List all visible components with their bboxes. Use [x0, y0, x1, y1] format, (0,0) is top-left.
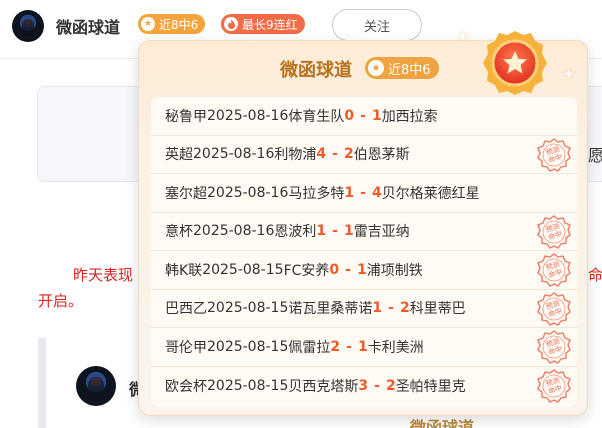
sparkle-icon: ✦ [563, 67, 575, 83]
record-date: 2025-08-15 [207, 338, 289, 355]
record-league: 巴西乙 [165, 301, 207, 318]
record-league: 塞尔超 [165, 185, 207, 202]
record-list: 秘鲁甲 2025-08-16 体育生队 0-1 加西拉索 英超 2025-08-16 … [151, 97, 577, 407]
record-home-score: 1 [372, 300, 383, 317]
record-date: 2025-08-16 [193, 223, 275, 240]
background-card-text: 愿 [588, 146, 602, 165]
record-away-team: 贝尔格莱德红星 [381, 185, 480, 202]
record-league: 欧会杯 [165, 378, 207, 395]
score-separator: - [345, 261, 351, 278]
record-home-team: 佩雷拉 [288, 339, 331, 356]
record-home-score: 3 [358, 377, 369, 394]
record-date: 2025-08-15 [207, 377, 289, 394]
prediction-hit-stamp: 预测命中 [537, 368, 571, 403]
star-icon: ★ [141, 17, 155, 31]
record-home-team: 贝西克塔斯 [288, 378, 359, 395]
record-home-team: 马拉多特 [288, 185, 345, 202]
record-league: 意杯 [165, 224, 193, 241]
notice-text-line1-end: 命 [588, 266, 602, 284]
record-date: 2025-08-16 [193, 146, 275, 163]
record-home-team: 利物浦 [274, 147, 317, 164]
record-away-team: 浦项制铁 [366, 262, 423, 279]
record-home-team: 恩波利 [274, 224, 317, 241]
prediction-hit-stamp: 预测命中 [537, 214, 571, 249]
record-away-score: 1 [343, 223, 354, 240]
record-home-score: 2 [330, 338, 341, 355]
record-home-score: 1 [316, 223, 327, 240]
page: 微函球道 ★ 近8中6 最长9连红 关注 愿 昨天表现 命 开启。 微 微函球道… [0, 0, 602, 428]
longest-streak-label: 最长9连红 [242, 17, 298, 32]
record-home-team: 诺瓦里桑蒂诺 [288, 301, 373, 318]
record-away-score: 1 [371, 107, 382, 124]
record-home-team: 体育生队 [288, 108, 345, 125]
popover-streak-label: 近8中6 [388, 62, 431, 78]
score-separator: - [346, 338, 352, 355]
record-row[interactable]: 塞尔超 2025-08-16 马拉多特 1-4 贝尔格莱德红星 [151, 174, 577, 213]
record-away-score: 1 [356, 261, 367, 278]
prediction-hit-stamp: 预测命中 [537, 253, 571, 287]
record-away-team: 卡利美洲 [367, 339, 424, 356]
record-popover: 微函球道 ★ 近8中6 ✦ ✦ 秘鲁甲 2025-08-16 体育生队 0-1 加西… [138, 29, 588, 416]
record-home-score: 4 [316, 146, 327, 163]
record-row[interactable]: 巴西乙 2025-08-15 诺瓦里桑蒂诺 1-2 科里蒂巴 预测 命中 [151, 290, 577, 328]
star-icon: ★ [368, 60, 384, 76]
record-away-team: 加西拉索 [381, 108, 438, 125]
popover-streak-badge: ★ 近8中6 [365, 57, 439, 79]
author-name[interactable]: 微函球道 [56, 14, 120, 38]
score-separator: - [332, 223, 338, 240]
record-away-score: 4 [371, 184, 382, 201]
popover-title: 微函球道 [280, 60, 352, 81]
record-home-team: FC安养 [283, 262, 330, 279]
bottom-card-title: 微函球道 [410, 418, 475, 428]
record-away-team: 伯恩茅斯 [353, 147, 410, 164]
record-home-score: 0 [329, 261, 340, 278]
follow-button[interactable]: 关注 [332, 9, 422, 41]
sparkle-icon: ✦ [457, 29, 469, 45]
record-away-team: 科里蒂巴 [409, 301, 466, 318]
record-row[interactable]: 英超 2025-08-16 利物浦 4-2 伯恩茅斯 预测 命中 [151, 136, 577, 174]
record-row[interactable]: 秘鲁甲 2025-08-16 体育生队 0-1 加西拉索 [151, 97, 577, 136]
medal-icon [483, 31, 547, 95]
record-date: 2025-08-15 [202, 261, 284, 278]
streak-badge-label: 近8中6 [159, 17, 199, 32]
flame-icon [224, 17, 238, 31]
record-home-score: 1 [344, 184, 355, 201]
record-away-score: 2 [399, 300, 410, 317]
record-date: 2025-08-16 [207, 107, 289, 124]
score-separator: - [374, 377, 380, 394]
record-home-score: 0 [344, 107, 355, 124]
record-league: 韩K联 [165, 262, 203, 279]
record-away-team: 雷吉亚纳 [353, 224, 410, 241]
record-row[interactable]: 欧会杯 2025-08-15 贝西克塔斯 3-2 圣帕特里克 预测 命中 [151, 367, 577, 406]
record-date: 2025-08-15 [207, 300, 289, 317]
record-league: 哥伦甲 [165, 339, 207, 356]
record-away-score: 2 [343, 146, 354, 163]
record-row[interactable]: 哥伦甲 2025-08-15 佩雷拉 2-1 卡利美洲 预测 命中 [151, 328, 577, 367]
record-league: 英超 [165, 147, 193, 164]
prediction-hit-stamp: 预测命中 [537, 137, 571, 172]
record-away-score: 1 [357, 338, 368, 355]
score-separator: - [332, 146, 338, 163]
prediction-hit-stamp: 预测命中 [537, 291, 571, 326]
score-separator: - [360, 184, 366, 201]
author-avatar[interactable] [12, 10, 44, 42]
longest-streak-badge: 最长9连红 [221, 14, 305, 34]
record-date: 2025-08-16 [207, 184, 289, 201]
record-away-team: 圣帕特里克 [395, 378, 466, 395]
post-author-avatar[interactable] [76, 366, 116, 406]
score-separator: - [388, 300, 394, 317]
prediction-hit-stamp: 预测命中 [537, 330, 571, 364]
score-separator: - [360, 107, 366, 124]
record-row[interactable]: 韩K联 2025-08-15 FC安养 0-1 浦项制铁 预测 命中 [151, 251, 577, 290]
quote-bar [38, 338, 46, 428]
record-away-score: 2 [385, 377, 396, 394]
record-league: 秘鲁甲 [165, 108, 207, 125]
streak-badge[interactable]: ★ 近8中6 [138, 14, 206, 34]
record-row[interactable]: 意杯 2025-08-16 恩波利 1-1 雷吉亚纳 预测 命中 [151, 213, 577, 251]
